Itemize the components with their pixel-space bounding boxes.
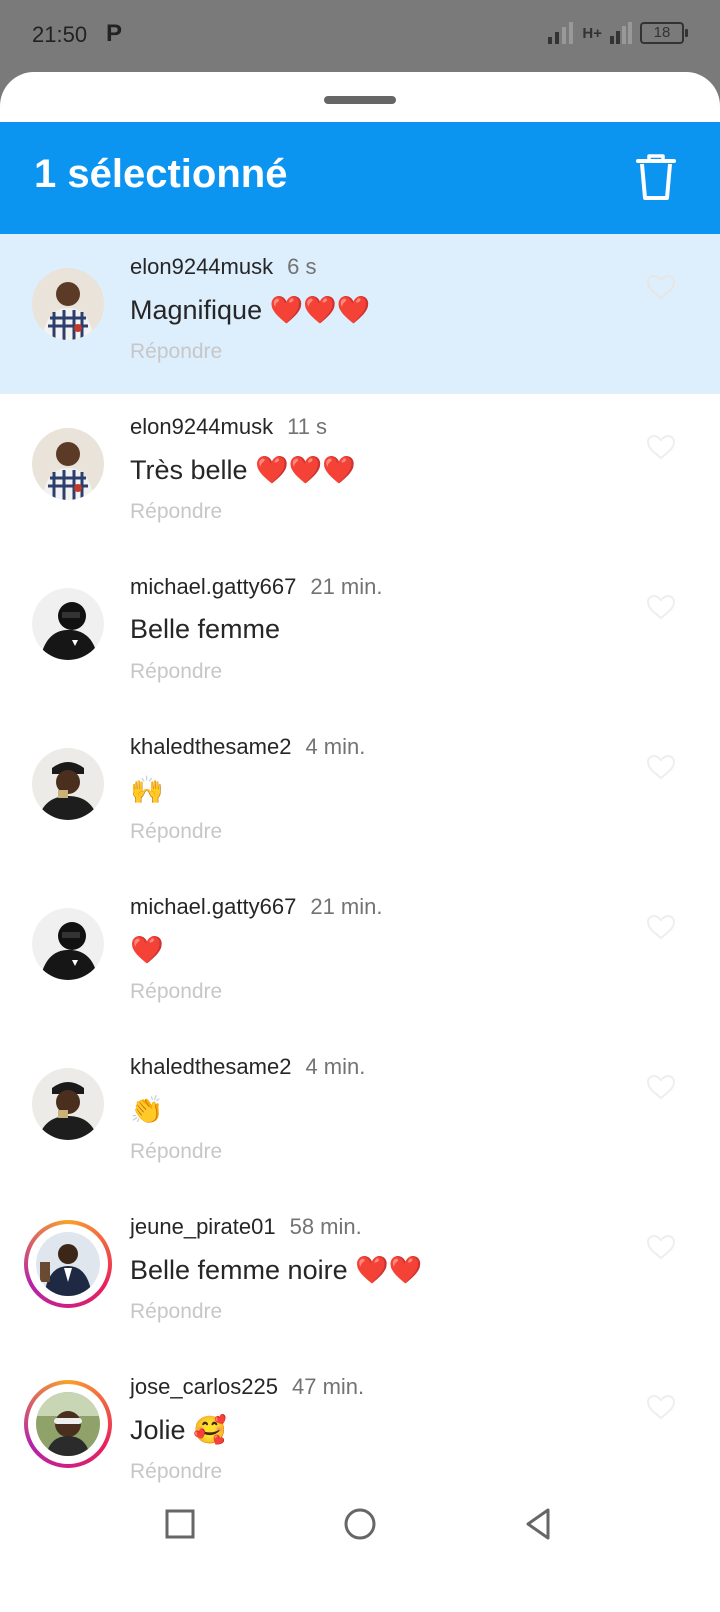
comment-item[interactable]: jeune_pirate01 58 min. Belle femme noire …: [0, 1194, 720, 1354]
like-heart-icon[interactable]: [646, 1234, 676, 1260]
comment-username[interactable]: michael.gatty667: [130, 894, 296, 919]
like-heart-icon[interactable]: [646, 1074, 676, 1100]
comment-item[interactable]: elon9244musk 11 s Très belle ❤️❤️❤️ Répon…: [0, 394, 720, 554]
comment-item[interactable]: michael.gatty667 21 min. Belle femme Répo…: [0, 554, 720, 714]
avatar[interactable]: [32, 1068, 104, 1140]
comment-item[interactable]: khaledthesame2 4 min. 👏 Répondre: [0, 1034, 720, 1194]
comment-text: Très belle ❤️❤️❤️: [130, 455, 356, 485]
like-heart-icon[interactable]: [646, 754, 676, 780]
network-type: H+: [582, 24, 602, 42]
comment-text: Magnifique ❤️❤️❤️: [130, 295, 371, 325]
status-bar: 21:50 P H+ 18: [0, 0, 720, 72]
comment-text: ❤️: [130, 935, 164, 965]
comment-item[interactable]: khaledthesame2 4 min. 🙌 Répondre: [0, 714, 720, 874]
trash-icon[interactable]: [634, 152, 678, 202]
avatar[interactable]: [32, 428, 104, 500]
avatar[interactable]: [36, 1392, 100, 1456]
avatar[interactable]: [32, 588, 104, 660]
avatar[interactable]: [32, 908, 104, 980]
reply-button[interactable]: Répondre: [130, 980, 222, 1004]
like-heart-icon[interactable]: [646, 1394, 676, 1420]
comment-time: 4 min.: [305, 1054, 366, 1079]
triangle-back-icon[interactable]: [518, 1504, 558, 1544]
like-heart-icon[interactable]: [646, 274, 676, 300]
square-icon[interactable]: [160, 1504, 200, 1544]
comment-username[interactable]: jose_carlos225: [130, 1374, 278, 1399]
comment-username[interactable]: khaledthesame2: [130, 734, 291, 759]
comment-username[interactable]: elon9244musk: [130, 254, 273, 279]
reply-button[interactable]: Répondre: [130, 1300, 222, 1324]
battery-icon: 18: [640, 22, 688, 44]
avatar[interactable]: [36, 1232, 100, 1296]
circle-icon[interactable]: [340, 1504, 380, 1544]
reply-button[interactable]: Répondre: [130, 660, 222, 684]
comment-username[interactable]: michael.gatty667: [130, 574, 296, 599]
comment-item[interactable]: michael.gatty667 21 min. ❤️ Répondre: [0, 874, 720, 1034]
comment-text: Belle femme noire ❤️❤️: [130, 1255, 423, 1285]
comment-time: 11 s: [287, 414, 328, 439]
reply-button[interactable]: Répondre: [130, 1460, 222, 1484]
reply-button[interactable]: Répondre: [130, 340, 222, 364]
signal-icon-2: [610, 22, 632, 44]
comment-item[interactable]: elon9244musk 6 s Magnifique ❤️❤️❤️ Répond…: [0, 234, 720, 394]
like-heart-icon[interactable]: [646, 434, 676, 460]
reply-button[interactable]: Répondre: [130, 1140, 222, 1164]
reply-button[interactable]: Répondre: [130, 500, 222, 524]
comment-text: Belle femme: [130, 614, 281, 644]
drag-handle[interactable]: [324, 96, 396, 104]
comment-time: 58 min.: [289, 1214, 362, 1239]
comment-time: 47 min.: [291, 1374, 365, 1399]
comment-time: 21 min.: [310, 894, 383, 919]
comment-text: 👏: [130, 1095, 164, 1125]
parking-icon: P: [106, 20, 123, 47]
selection-header: 1 sélectionné: [0, 122, 720, 234]
status-time: 21:50: [32, 22, 88, 47]
reply-button[interactable]: Répondre: [130, 820, 222, 844]
like-heart-icon[interactable]: [646, 594, 676, 620]
battery-level: 18: [653, 24, 671, 41]
comment-list: elon9244musk 6 s Magnifique ❤️❤️❤️ Répond…: [0, 234, 720, 1514]
comment-time: 6 s: [287, 254, 317, 279]
avatar[interactable]: [32, 748, 104, 820]
selection-title: 1 sélectionné: [34, 152, 288, 196]
comments-sheet: 1 sélectionné elon9244musk 6 s Magnifique…: [0, 72, 720, 1612]
signal-icon: [548, 22, 574, 44]
comment-username[interactable]: elon9244musk: [130, 414, 273, 439]
comment-text: 🙌: [130, 775, 164, 805]
comment-time: 21 min.: [310, 574, 383, 599]
avatar[interactable]: [32, 268, 104, 340]
status-indicators: H+ 18: [548, 22, 688, 44]
comment-username[interactable]: khaledthesame2: [130, 1054, 291, 1079]
like-heart-icon[interactable]: [646, 914, 676, 940]
comment-time: 4 min.: [305, 734, 366, 759]
comment-username[interactable]: jeune_pirate01: [130, 1214, 276, 1239]
comment-text: Jolie 🥰: [130, 1415, 227, 1445]
system-nav-bar: [0, 1490, 720, 1612]
